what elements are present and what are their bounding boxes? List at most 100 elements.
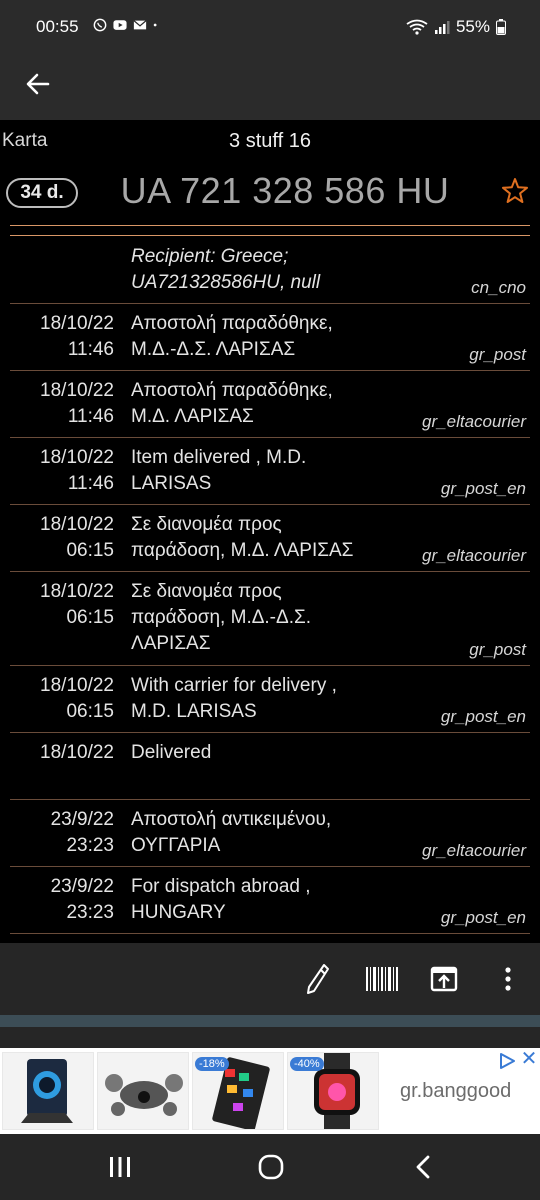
separator <box>10 225 530 226</box>
ad-close-icon[interactable]: ✕ <box>519 1049 539 1070</box>
arrow-left-icon <box>26 73 50 95</box>
more-button[interactable] <box>490 961 526 997</box>
event-row[interactable]: 18/10/22 06:15 Σε διανομέα προς παράδοση, Μ… <box>10 572 530 666</box>
event-time: 11:46 <box>67 339 114 360</box>
ad-choices-icon[interactable] <box>497 1052 517 1070</box>
event-source: gr_post_en <box>440 479 526 498</box>
notification-icons <box>92 18 162 32</box>
divider-strip <box>0 1015 540 1027</box>
home-icon <box>258 1154 284 1180</box>
barcode-button[interactable] <box>364 961 400 997</box>
event-date: 18/10/22 <box>40 675 114 696</box>
event-description-line: With carrier for delivery , <box>131 675 337 696</box>
event-row[interactable]: 18/10/22 11:46 Αποστολή παραδόθηκε, Μ.Δ.-Δ.… <box>10 304 530 371</box>
event-time: 23:23 <box>66 902 114 923</box>
edit-icon <box>307 964 329 994</box>
dot-icon <box>153 23 157 27</box>
event-time: 11:46 <box>67 473 114 494</box>
event-row[interactable]: 23/9/22 23:23 Αποστολή αντικειμένου, ΟΥΓΓΑΡ… <box>10 800 530 867</box>
status-right: 55% <box>406 17 506 37</box>
event-time: 06:15 <box>66 607 114 628</box>
event-description-line: UA721328586HU, null <box>131 272 321 293</box>
event-date: 18/10/22 <box>40 447 114 468</box>
event-description-line: Delivered <box>131 742 212 763</box>
battery-icon <box>496 19 506 35</box>
ad-domain[interactable]: gr.banggood <box>400 1080 511 1103</box>
event-description-line: HUNGARY <box>131 902 226 923</box>
status-time: 00:55 <box>36 17 79 36</box>
event-time: 11:46 <box>67 406 114 427</box>
event-source: gr_post_en <box>440 707 526 726</box>
back-button[interactable] <box>18 64 58 104</box>
event-row[interactable]: 18/10/22 06:15 With carrier for delivery ,… <box>10 666 530 733</box>
recents-icon <box>110 1157 130 1177</box>
ad-discount-badge: -40% <box>290 1057 324 1071</box>
event-description-line: παράδοση, Μ.Δ.-Δ.Σ. <box>131 607 312 628</box>
event-description-line: Item delivered , M.D. <box>131 447 307 468</box>
ad-product-cooling-pad[interactable] <box>2 1052 94 1130</box>
recents-button[interactable] <box>100 1152 140 1182</box>
event-source: cn_cno <box>471 278 526 297</box>
signal-icon <box>434 21 450 34</box>
event-description-line: Αποστολή αντικειμένου, <box>131 809 332 830</box>
event-source: gr_post <box>469 345 526 364</box>
event-description-line: Μ.Δ.-Δ.Σ. ΛΑΡΙΣΑΣ <box>131 339 296 360</box>
event-description-line: Σε διανομέα προς <box>131 514 282 535</box>
event-description-line: ΟΥΓΓΑΡΙΑ <box>131 835 221 856</box>
event-row[interactable]: 18/10/22 11:46 Item delivered , M.D. LARISA… <box>10 438 530 505</box>
star-icon[interactable] <box>500 176 530 206</box>
youtube-icon <box>113 20 127 30</box>
status-bar: 00:55 55% <box>0 0 540 54</box>
event-description-line: Μ.Δ. ΛΑΡΙΣΑΣ <box>131 406 254 427</box>
event-date: 23/9/22 <box>50 809 114 830</box>
divider-gap <box>0 1027 540 1048</box>
ad-banner[interactable]: -18% -40% gr.banggood ✕ <box>0 1048 540 1134</box>
event-date: 18/10/22 <box>40 742 114 763</box>
system-nav-bar <box>0 1134 540 1200</box>
event-time: 23:23 <box>66 835 114 856</box>
event-row[interactable]: 18/10/22 11:46 Αποστολή παραδόθηκε, Μ.Δ. ΛΑ… <box>10 371 530 438</box>
event-row[interactable]: 23/9/22 23:23 For dispatch abroad , HUNGARY… <box>10 867 530 934</box>
event-description-line: LARISAS <box>131 473 212 494</box>
ad-product-drone[interactable] <box>97 1052 189 1130</box>
event-description-line: Αποστολή παραδόθηκε, <box>131 380 333 401</box>
event-time: 06:15 <box>66 701 114 722</box>
event-date: 18/10/22 <box>40 514 114 535</box>
barcode-icon <box>366 967 398 991</box>
event-row[interactable]: 18/10/22 Delivered <box>10 733 530 800</box>
ad-product-smartwatch[interactable]: -40% <box>287 1052 379 1130</box>
battery-percent: 55% <box>455 17 490 36</box>
event-description-line: M.D. LARISAS <box>131 701 257 722</box>
mail-icon <box>133 20 147 30</box>
event-row[interactable]: Recipient: Greece; UA721328586HU, null cn_… <box>10 237 530 304</box>
event-date: 18/10/22 <box>40 313 114 334</box>
events-list: Recipient: Greece; UA721328586HU, null cn_… <box>10 237 530 934</box>
ad-product-electronics-kit[interactable]: -18% <box>192 1052 284 1130</box>
header-row: Karta 3 stuff 16 <box>0 120 540 164</box>
share-icon <box>430 966 458 992</box>
event-date: 18/10/22 <box>40 581 114 602</box>
header-title: 3 stuff 16 <box>229 130 311 152</box>
more-vert-icon <box>505 967 511 991</box>
tracking-number: UA 721 328 586 HU <box>120 170 450 211</box>
wifi-icon <box>406 19 428 35</box>
event-source: gr_post_en <box>440 908 526 927</box>
event-description-line: Recipient: Greece; <box>131 246 289 267</box>
home-button[interactable] <box>251 1152 291 1182</box>
nav-back-button[interactable] <box>403 1152 443 1182</box>
event-description-line: For dispatch abroad , <box>131 876 311 897</box>
app-bar <box>0 54 540 120</box>
event-description-line: ΛΑΡΙΣΑΣ <box>131 633 211 654</box>
bottom-toolbar <box>0 943 540 1015</box>
event-source: gr_eltacourier <box>422 841 526 860</box>
event-row[interactable]: 18/10/22 06:15 Σε διανομέα προς παράδοση, Μ… <box>10 505 530 572</box>
back-icon <box>416 1155 430 1179</box>
share-button[interactable] <box>426 961 462 997</box>
event-source: gr_eltacourier <box>422 546 526 565</box>
ad-discount-badge: -18% <box>195 1057 229 1071</box>
event-source: gr_eltacourier <box>422 412 526 431</box>
edit-button[interactable] <box>300 961 336 997</box>
event-time: 06:15 <box>66 540 114 561</box>
viber-icon <box>93 18 107 32</box>
separator <box>10 235 530 236</box>
